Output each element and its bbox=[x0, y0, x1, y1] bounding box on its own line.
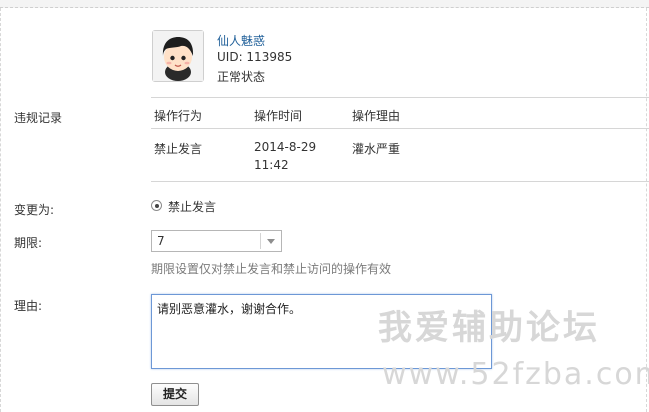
table-top-divider bbox=[151, 97, 649, 98]
row-action: 禁止发言 bbox=[154, 142, 203, 156]
table-bottom-divider bbox=[151, 181, 649, 182]
column-header-reason: 操作理由 bbox=[352, 109, 401, 123]
period-select[interactable]: 7 bbox=[151, 230, 282, 252]
submit-button[interactable]: 提交 bbox=[151, 383, 199, 406]
select-divider bbox=[260, 233, 261, 249]
right-border bbox=[646, 8, 647, 412]
reason-label: 理由: bbox=[14, 299, 43, 313]
user-uid: UID: 113985 bbox=[217, 50, 293, 64]
reason-text: 请别恶意灌水，谢谢合作。 bbox=[157, 302, 302, 316]
watermark-title: 我爱辅助论坛 bbox=[378, 308, 600, 348]
chevron-down-icon[interactable] bbox=[267, 239, 275, 244]
user-status: 正常状态 bbox=[217, 70, 266, 84]
period-hint: 期限设置仅对禁止发言和禁止访问的操作有效 bbox=[151, 262, 392, 276]
change-to-label: 变更为: bbox=[14, 203, 55, 217]
row-reason: 灌水严重 bbox=[352, 142, 401, 156]
username-link[interactable]: 仙人魅惑 bbox=[217, 32, 265, 49]
avatar-image bbox=[153, 31, 203, 81]
left-border bbox=[0, 8, 1, 412]
ban-speech-option-label[interactable]: 禁止发言 bbox=[168, 198, 216, 215]
period-select-value: 7 bbox=[157, 234, 165, 248]
ban-speech-radio[interactable] bbox=[151, 200, 162, 211]
column-header-action: 操作行为 bbox=[154, 109, 203, 123]
column-header-time: 操作时间 bbox=[254, 109, 303, 123]
avatar[interactable] bbox=[152, 30, 204, 82]
top-bar bbox=[0, 0, 649, 8]
table-header-divider bbox=[151, 128, 649, 129]
period-label: 期限: bbox=[14, 236, 43, 250]
row-date: 2014-8-29 bbox=[254, 140, 317, 154]
violation-record-label: 违规记录 bbox=[14, 111, 63, 125]
row-time: 11:42 bbox=[254, 158, 289, 172]
watermark-url: www.52fzba.com bbox=[382, 357, 649, 392]
